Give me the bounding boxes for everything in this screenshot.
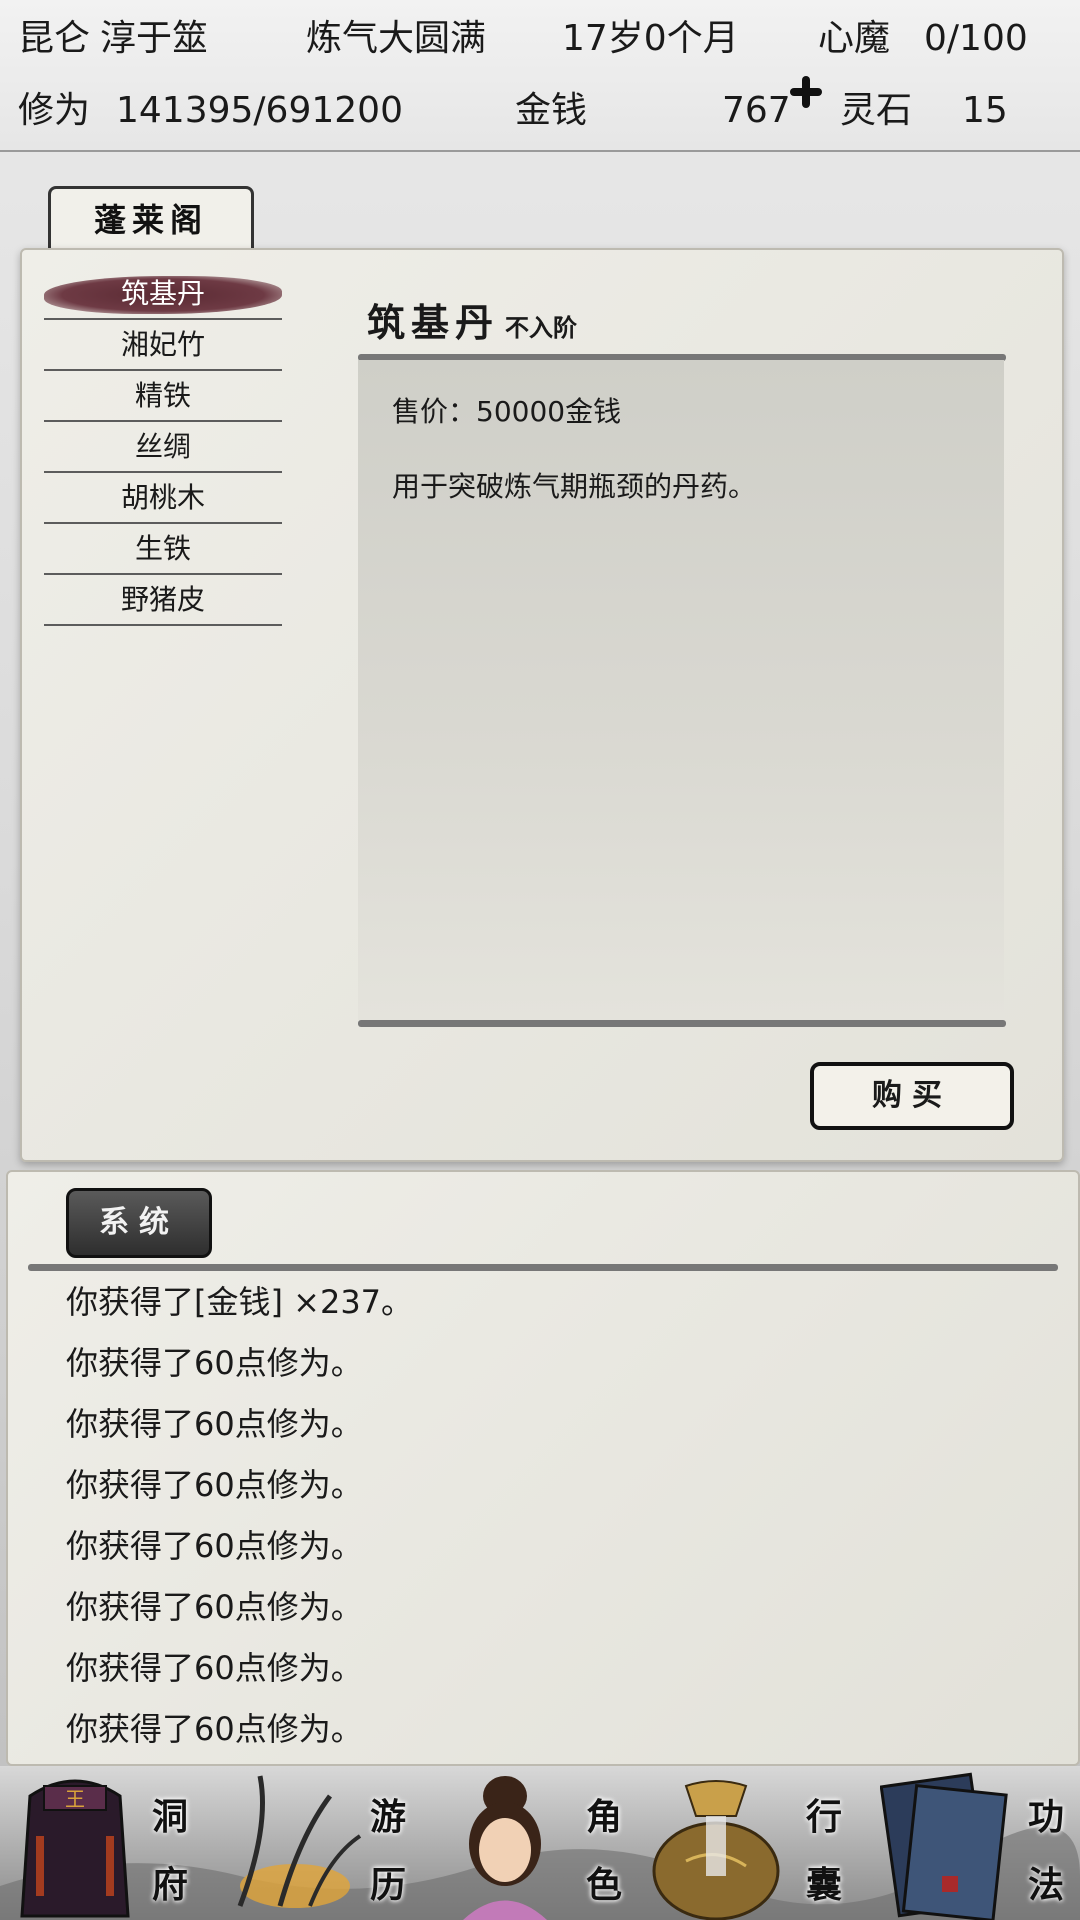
- divider: [28, 1264, 1058, 1271]
- character-portrait-icon: [463, 1776, 547, 1920]
- tab-system[interactable]: 系统: [66, 1188, 212, 1258]
- log-line: 你获得了60点修为。: [66, 1527, 363, 1565]
- spirit-stone-value: 15: [962, 90, 1008, 131]
- item-detail-box: [358, 360, 1004, 1020]
- item-grade: 不入阶: [505, 313, 578, 342]
- inner-demon-value: 0/100: [924, 18, 1028, 59]
- status-row-1: 昆仑 淳于筮 炼气大圆满 17岁0个月 心魔 0/100: [0, 4, 1080, 74]
- nav-travel[interactable]: 游 历: [210, 1766, 440, 1920]
- technique-books-icon: [880, 1772, 1008, 1920]
- log-line: 你获得了60点修为。: [66, 1344, 363, 1382]
- log-line: 你获得了[金钱] ×237。: [66, 1283, 414, 1321]
- money-label: 金钱: [515, 90, 588, 131]
- realm-label: 炼气大圆满: [306, 18, 487, 59]
- tab-penglai-pavilion[interactable]: 蓬莱阁: [48, 186, 254, 251]
- shop-item[interactable]: 野猪皮: [44, 576, 282, 626]
- shop-item[interactable]: 丝绸: [44, 423, 282, 473]
- log-line: 你获得了60点修为。: [66, 1710, 363, 1748]
- shop-item[interactable]: 湘妃竹: [44, 321, 282, 371]
- log-line: 你获得了60点修为。: [66, 1649, 363, 1687]
- status-header: 昆仑 淳于筮 炼气大圆满 17岁0个月 心魔 0/100 修为 141395/6…: [0, 0, 1080, 152]
- nav-character[interactable]: 角 色: [440, 1766, 650, 1920]
- log-line: 你获得了60点修为。: [66, 1405, 363, 1443]
- item-name: 筑基丹: [367, 300, 500, 345]
- log-line: 你获得了60点修为。: [66, 1466, 363, 1504]
- inventory-sack-icon: [652, 1780, 780, 1920]
- inner-demon-label: 心魔: [818, 18, 891, 59]
- age-label: 17岁0个月: [562, 18, 739, 59]
- cave-bag-icon: 王: [20, 1779, 130, 1918]
- spirit-stone-label: 灵石: [840, 90, 913, 131]
- shop-item[interactable]: 精铁: [44, 372, 282, 422]
- bottom-nav: 王 洞 府 游 历 角 色 行 囊 功 法: [0, 1766, 1080, 1920]
- shop-item[interactable]: 筑基丹: [44, 270, 282, 320]
- item-description: 用于突破炼气期瓶颈的丹药。: [392, 470, 757, 503]
- status-row-2: 修为 141395/691200 金钱 767 灵石 15: [0, 76, 1080, 146]
- system-log-panel: 系统 你获得了[金钱] ×237。 你获得了60点修为。 你获得了60点修为。 …: [6, 1170, 1080, 1766]
- travel-grass-icon: [237, 1775, 362, 1908]
- shop-item[interactable]: 生铁: [44, 525, 282, 575]
- sect-label: 昆仑: [18, 18, 91, 59]
- log-line: 你获得了60点修为。: [66, 1588, 363, 1626]
- nav-techniques[interactable]: 功 法: [870, 1766, 1080, 1920]
- item-price: 售价：50000金钱: [392, 395, 622, 428]
- item-detail-title: 筑基丹 不入阶: [367, 292, 577, 347]
- shop-item[interactable]: 胡桃木: [44, 474, 282, 524]
- shop-panel: 筑基丹 湘妃竹 精铁 丝绸 胡桃木 生铁 野猪皮 筑基丹 不入阶 售价：50000…: [20, 248, 1064, 1162]
- divider: [358, 1020, 1006, 1027]
- cultivation-value: 141395/691200: [116, 90, 403, 131]
- log-list: 你获得了[金钱] ×237。 你获得了60点修为。 你获得了60点修为。 你获得…: [66, 1272, 413, 1760]
- money-value: 767: [722, 90, 791, 131]
- nav-cave-dwelling[interactable]: 王 洞 府: [0, 1766, 210, 1920]
- nav-inventory[interactable]: 行 囊: [650, 1766, 870, 1920]
- shop-item-list: 筑基丹 湘妃竹 精铁 丝绸 胡桃木 生铁 野猪皮: [44, 270, 282, 627]
- svg-text:王: 王: [65, 1787, 85, 1811]
- buy-button[interactable]: 购买: [810, 1062, 1014, 1130]
- cultivation-label: 修为: [18, 90, 91, 131]
- character-name: 淳于筮: [100, 18, 209, 59]
